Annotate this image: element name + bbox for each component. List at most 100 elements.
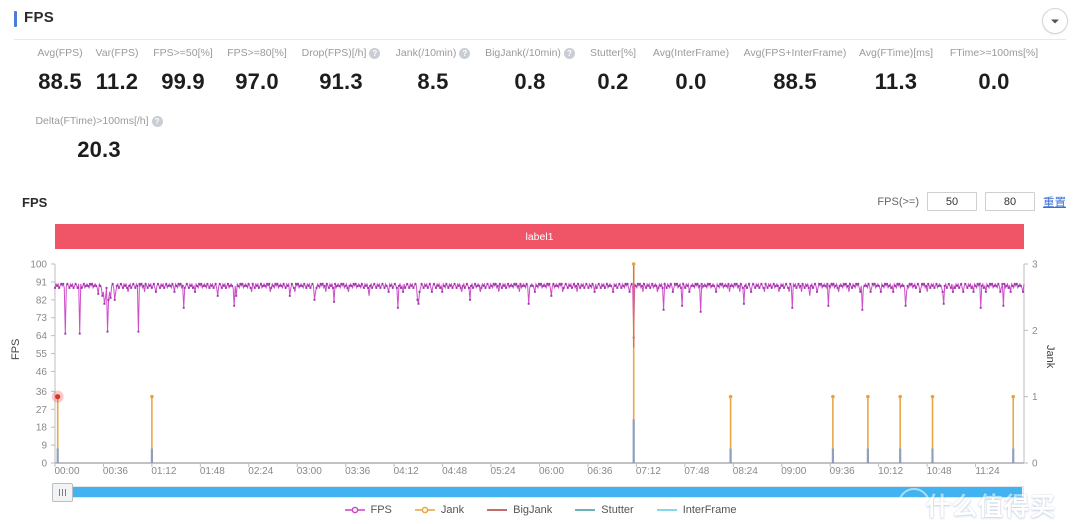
svg-text:73: 73 <box>36 313 48 324</box>
legend-item-jank[interactable]: Jank <box>414 504 464 516</box>
stat-item: FPS>=50[%] 99.9 <box>146 46 220 97</box>
stat-item: FTime>=100ms[%] 0.0 <box>938 46 1050 97</box>
svg-text:91: 91 <box>36 277 48 288</box>
stat-row-primary: Avg(FPS) 88.5 Var(FPS) 11.2 FPS>=50[%] 99.9 FP… <box>0 46 1080 114</box>
svg-text:18: 18 <box>36 423 48 434</box>
header-divider <box>14 39 1066 40</box>
stat-value: 11.2 <box>95 69 139 94</box>
stat-value: 88.5 <box>773 69 817 94</box>
stat-value: 97.0 <box>235 69 279 94</box>
chart-legend: FPS Jank BigJank Stutter InterFrame <box>0 504 1080 516</box>
legend-item-stutter[interactable]: Stutter <box>574 504 634 516</box>
chevron-down-icon <box>1050 18 1060 25</box>
svg-text:2: 2 <box>1032 326 1038 337</box>
page-title: FPS <box>24 9 55 26</box>
legend-marker-icon <box>575 509 596 511</box>
x-axis-tick-label: 04:48 <box>442 466 468 477</box>
x-axis-tick-labels: 00:00 00:36 01:12 01:48 02:24 03:00 03:36 04:12… <box>0 466 1080 482</box>
legend-marker-icon <box>414 506 435 514</box>
stat-item: Jank(/10min)? 8.5 <box>388 46 478 97</box>
stat-label: BigJank(/10min)? <box>478 46 582 60</box>
x-axis-tick-label: 01:48 <box>199 466 225 477</box>
svg-text:9: 9 <box>41 441 47 452</box>
x-axis-tick-label: 01:12 <box>151 466 177 477</box>
fps-max-input[interactable]: 80 <box>985 192 1035 211</box>
help-icon[interactable]: ? <box>459 47 471 59</box>
stat-label: Avg(FPS) <box>32 46 88 60</box>
svg-text:64: 64 <box>36 331 48 342</box>
stat-label-text: Jank(/10min) <box>395 47 457 59</box>
stat-item: Avg(FTime)[ms] 11.3 <box>850 46 942 97</box>
fps-report-page: FPS Avg(FPS) 88.5 Var(FPS) 11.2 FPS>=50[%] 99… <box>0 0 1080 524</box>
stat-row-secondary: Delta(FTime)>100ms[/h]? 20.3 <box>0 114 1080 182</box>
x-axis-tick-label: 04:12 <box>393 466 419 477</box>
legend-label: Jank <box>440 504 465 516</box>
stat-value: 8.5 <box>417 69 449 94</box>
stat-label: Jank(/10min)? <box>388 46 478 60</box>
legend-item-bigjank[interactable]: BigJank <box>486 504 552 516</box>
stat-label-text: Delta(FTime)>100ms[/h] <box>35 115 149 127</box>
stat-item: FPS>=80[%] 97.0 <box>220 46 294 97</box>
x-axis-tick-label: 10:12 <box>878 466 904 477</box>
x-axis-tick-label: 03:00 <box>296 466 322 477</box>
x-axis-tick-label: 00:36 <box>102 466 128 477</box>
stat-label: Delta(FTime)>100ms[/h]? <box>30 114 168 128</box>
stat-item: Avg(InterFrame) 0.0 <box>642 46 740 97</box>
time-range-slider[interactable] <box>52 483 1024 502</box>
chart-title: FPS <box>22 195 48 210</box>
fps-threshold-controls: FPS(>=) 50 80 重置 <box>877 192 1066 211</box>
stat-label-text: FPS>=50[%] <box>153 47 213 59</box>
stat-label: Avg(FTime)[ms] <box>850 46 942 60</box>
x-axis-tick-label: 08:24 <box>732 466 758 477</box>
help-icon[interactable]: ? <box>151 115 163 127</box>
chart-toolbar: FPS FPS(>=) 50 80 重置 <box>0 192 1080 220</box>
legend-marker-icon <box>487 509 508 511</box>
label-band[interactable]: label1 <box>55 224 1024 249</box>
stat-value: 99.9 <box>161 69 205 94</box>
x-axis-tick-label: 07:48 <box>684 466 710 477</box>
stat-item: Delta(FTime)>100ms[/h]? 20.3 <box>30 114 168 165</box>
stat-value: 0.2 <box>597 69 629 94</box>
x-axis-tick-label: 05:24 <box>490 466 516 477</box>
x-axis-tick-label: 09:00 <box>781 466 807 477</box>
stat-value: 11.3 <box>874 69 918 94</box>
stat-value: 20.3 <box>77 137 121 162</box>
legend-item-interframe[interactable]: InterFrame <box>656 504 737 516</box>
stat-label: Avg(FPS+InterFrame) <box>736 46 854 60</box>
stat-label-text: BigJank(/10min) <box>485 47 561 59</box>
stat-label-text: Stutter[%] <box>589 47 637 59</box>
x-axis-tick-label: 03:36 <box>345 466 371 477</box>
x-axis-tick-label: 00:00 <box>54 466 80 477</box>
legend-marker-icon <box>344 506 365 514</box>
svg-text:100: 100 <box>30 260 47 271</box>
stat-value: 91.3 <box>319 69 363 94</box>
stat-item: Stutter[%] 0.2 <box>582 46 644 97</box>
x-axis-tick-label: 06:36 <box>587 466 613 477</box>
stat-label-text: Avg(FTime)[ms] <box>858 47 934 59</box>
stat-label: Drop(FPS)[/h]? <box>296 46 386 60</box>
stat-label: FPS>=50[%] <box>146 46 220 60</box>
reset-link[interactable]: 重置 <box>1043 194 1066 210</box>
page-header: FPS <box>0 0 1080 40</box>
stat-label-text: Avg(FPS+InterFrame) <box>743 47 847 59</box>
stat-value: 0.0 <box>978 69 1010 94</box>
slider-handle-left[interactable] <box>52 483 73 502</box>
x-axis-tick-label: 11:24 <box>975 466 1000 477</box>
stat-item: Avg(FPS+InterFrame) 88.5 <box>736 46 854 97</box>
x-axis-tick-label: 09:36 <box>829 466 855 477</box>
slider-fill[interactable] <box>64 487 1022 497</box>
stat-value: 0.0 <box>675 69 707 94</box>
collapse-panel-button[interactable] <box>1042 8 1068 34</box>
help-icon[interactable]: ? <box>369 47 381 59</box>
stat-label-text: FPS>=80[%] <box>227 47 287 59</box>
help-icon[interactable]: ? <box>563 47 575 59</box>
x-axis-tick-label: 07:12 <box>635 466 661 477</box>
stat-item: BigJank(/10min)? 0.8 <box>478 46 582 97</box>
summary-statistics: Avg(FPS) 88.5 Var(FPS) 11.2 FPS>=50[%] 99.9 FP… <box>0 46 1080 182</box>
fps-chart-plot[interactable]: 0 9 18 27 36 46 55 64 73 82 91 100 0 1 2 3 <box>0 256 1080 471</box>
fps-min-input[interactable]: 50 <box>927 192 977 211</box>
x-axis-tick-label: 02:24 <box>248 466 274 477</box>
stat-label: Var(FPS) <box>92 46 142 60</box>
legend-item-fps[interactable]: FPS <box>344 504 392 516</box>
stat-label: Stutter[%] <box>582 46 644 60</box>
